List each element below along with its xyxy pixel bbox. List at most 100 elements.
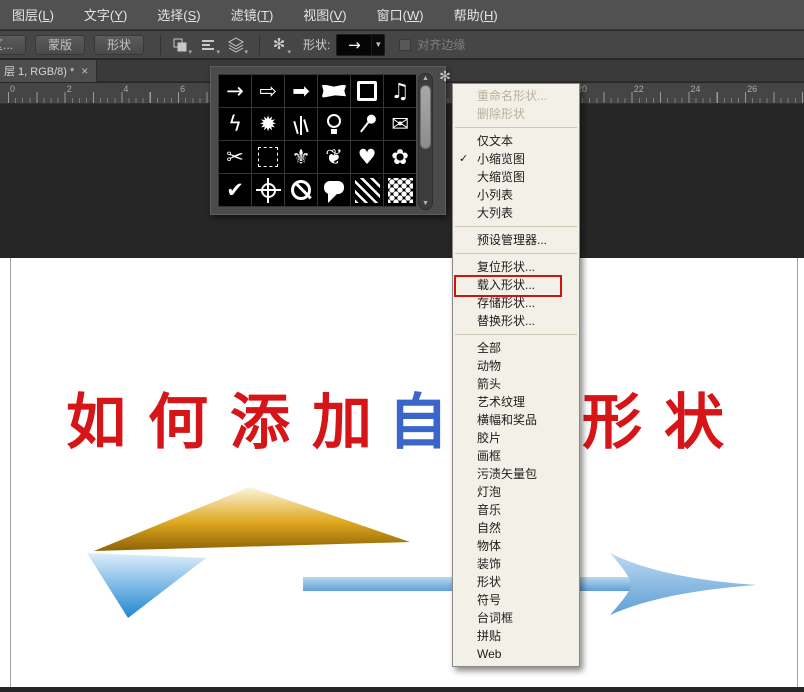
shape-picker-dropdown[interactable]: → ▼	[336, 34, 385, 56]
shape-grid: →⇨➡ ♫ ϟ✹ ✉ ✂ ⚜❦♥✿ ✔	[218, 74, 416, 207]
frame-icon[interactable]	[351, 75, 383, 107]
canvas-artwork	[0, 258, 804, 687]
menubar-item-y[interactable]: 文字(Y)	[84, 5, 127, 24]
lightning-icon[interactable]: ϟ	[219, 108, 251, 140]
light-bulb-icon[interactable]	[318, 108, 350, 140]
music-notes-icon[interactable]: ♫	[384, 75, 416, 107]
ruler-label: 26	[747, 84, 757, 94]
flyout-menu-item[interactable]: 台词框	[453, 609, 579, 627]
flyout-menu-item[interactable]: 音乐	[453, 501, 579, 519]
flyout-menu-item[interactable]: ✓小缩览图	[453, 150, 579, 168]
banner-icon	[322, 85, 346, 98]
scroll-up-icon[interactable]: ▲	[419, 74, 432, 84]
menubar-item-s[interactable]: 选择(S)	[157, 5, 200, 24]
fleur-de-lis-icon[interactable]: ⚜	[285, 141, 317, 173]
menubar-item-v[interactable]: 视图(V)	[303, 5, 346, 24]
floral-ornament-icon[interactable]: ❦	[318, 141, 350, 173]
envelope-icon: ✉	[391, 114, 409, 135]
flyout-menu-item[interactable]: 污渍矢量包	[453, 465, 579, 483]
flyout-menu-item-label: 小列表	[477, 188, 513, 202]
flyout-menu-item-label: 动物	[477, 359, 501, 373]
align-edges-option: 对齐边缘	[399, 36, 465, 53]
divider	[160, 35, 161, 55]
flyout-menu-item[interactable]: 存储形状...	[453, 294, 579, 312]
document-tab[interactable]: 层 1, RGB/8) * ×	[0, 60, 97, 82]
diagonal-stripes-icon[interactable]	[351, 174, 383, 206]
arrow-hollow-icon[interactable]: ⇨	[252, 75, 284, 107]
splat-flower-icon[interactable]: ✿	[384, 141, 416, 173]
menubar-item-t[interactable]: 滤镜(T)	[231, 5, 274, 24]
menu-separator	[455, 127, 577, 128]
flyout-menu-item[interactable]: 载入形状...	[453, 276, 579, 294]
banner-icon[interactable]	[318, 75, 350, 107]
grass-icon[interactable]	[285, 108, 317, 140]
envelope-icon[interactable]: ✉	[384, 108, 416, 140]
flyout-menu-item-label: 横幅和奖品	[477, 413, 537, 427]
flyout-menu-item[interactable]: 仅文本	[453, 132, 579, 150]
scroll-down-icon[interactable]: ▼	[419, 199, 432, 209]
flyout-menu-item[interactable]: 装饰	[453, 555, 579, 573]
scrollbar-thumb[interactable]	[420, 85, 431, 149]
flyout-menu-item[interactable]: 灯泡	[453, 483, 579, 501]
light-bulb-icon	[327, 114, 341, 128]
mask-button[interactable]: 蒙版	[35, 35, 85, 55]
flyout-menu-item[interactable]: 横幅和奖品	[453, 411, 579, 429]
geometry-options-button[interactable]: ✻ ▾	[267, 35, 291, 55]
shape-button[interactable]: 形状	[94, 35, 144, 55]
align-edges-checkbox[interactable]	[399, 39, 411, 51]
flyout-menu-item[interactable]: 拼贴	[453, 627, 579, 645]
flyout-menu-item-label: 台词框	[477, 611, 513, 625]
menubar-item-h[interactable]: 帮助(H)	[454, 5, 498, 24]
flyout-menu-item[interactable]: 胶片	[453, 429, 579, 447]
selection-button[interactable]: 区...	[0, 35, 26, 55]
flyout-menu-item[interactable]: 预设管理器...	[453, 231, 579, 249]
flyout-menu-item[interactable]: 替换形状...	[453, 312, 579, 330]
polka-dots-icon[interactable]	[384, 174, 416, 206]
flyout-menu-item-label: 载入形状...	[477, 278, 535, 292]
arrow-solid-icon[interactable]: ➡	[285, 75, 317, 107]
heart-icon[interactable]: ♥	[351, 141, 383, 173]
close-icon[interactable]: ×	[81, 65, 88, 77]
speech-bubble-icon[interactable]	[318, 174, 350, 206]
flyout-menu-item-label: 仅文本	[477, 134, 513, 148]
menubar-item-l[interactable]: 图层(L)	[12, 5, 54, 24]
flyout-menu-item[interactable]: 大缩览图	[453, 168, 579, 186]
path-operations-button[interactable]: ▾	[168, 35, 192, 55]
checkmark-icon[interactable]: ✔	[219, 174, 251, 206]
flyout-menu-item[interactable]: 物体	[453, 537, 579, 555]
flyout-menu-item[interactable]: 自然	[453, 519, 579, 537]
path-alignment-button[interactable]: ▾	[196, 35, 220, 55]
scissors-icon[interactable]: ✂	[219, 141, 251, 173]
flyout-menu-item-label: 大缩览图	[477, 170, 525, 184]
arrow-thin-icon[interactable]: →	[219, 75, 251, 107]
shape-panel-flyout-menu: 重命名形状...删除形状仅文本✓小缩览图大缩览图小列表大列表预设管理器...复位…	[452, 83, 580, 667]
flyout-menu-item[interactable]: 艺术纹理	[453, 393, 579, 411]
menubar-item-w[interactable]: 窗口(W)	[377, 5, 424, 24]
starburst-icon[interactable]: ✹	[252, 108, 284, 140]
flyout-menu-item[interactable]: 符号	[453, 591, 579, 609]
check-icon: ✓	[459, 150, 468, 168]
flyout-menu-item-label: 形状	[477, 575, 501, 589]
flyout-menu-item[interactable]: 画框	[453, 447, 579, 465]
dashed-square-icon[interactable]	[252, 141, 284, 173]
flyout-menu-item[interactable]: Web	[453, 645, 579, 663]
flyout-menu-item[interactable]: 大列表	[453, 204, 579, 222]
push-pin-icon	[352, 109, 383, 140]
flyout-menu-item[interactable]: 全部	[453, 339, 579, 357]
flyout-menu-item[interactable]: 小列表	[453, 186, 579, 204]
speech-bubble-icon	[324, 181, 344, 194]
ruler-label: 4	[123, 84, 128, 94]
flyout-menu-item-label: 符号	[477, 593, 501, 607]
no-symbol-icon[interactable]	[285, 174, 317, 206]
flyout-menu-item[interactable]: 动物	[453, 357, 579, 375]
shape-grid-scrollbar[interactable]: ▲ ▼	[418, 73, 433, 210]
path-arrangement-button[interactable]: ▾	[224, 35, 248, 55]
flyout-menu-item-label: Web	[477, 647, 501, 661]
flyout-menu-item[interactable]: 形状	[453, 573, 579, 591]
flyout-menu-item[interactable]: 箭头	[453, 375, 579, 393]
registration-target-icon[interactable]	[252, 174, 284, 206]
flyout-menu-item[interactable]: 复位形状...	[453, 258, 579, 276]
push-pin-icon[interactable]	[351, 108, 383, 140]
chevron-down-icon: ▾	[288, 50, 292, 55]
document-canvas[interactable]: 如何添加自定形状	[0, 258, 804, 687]
